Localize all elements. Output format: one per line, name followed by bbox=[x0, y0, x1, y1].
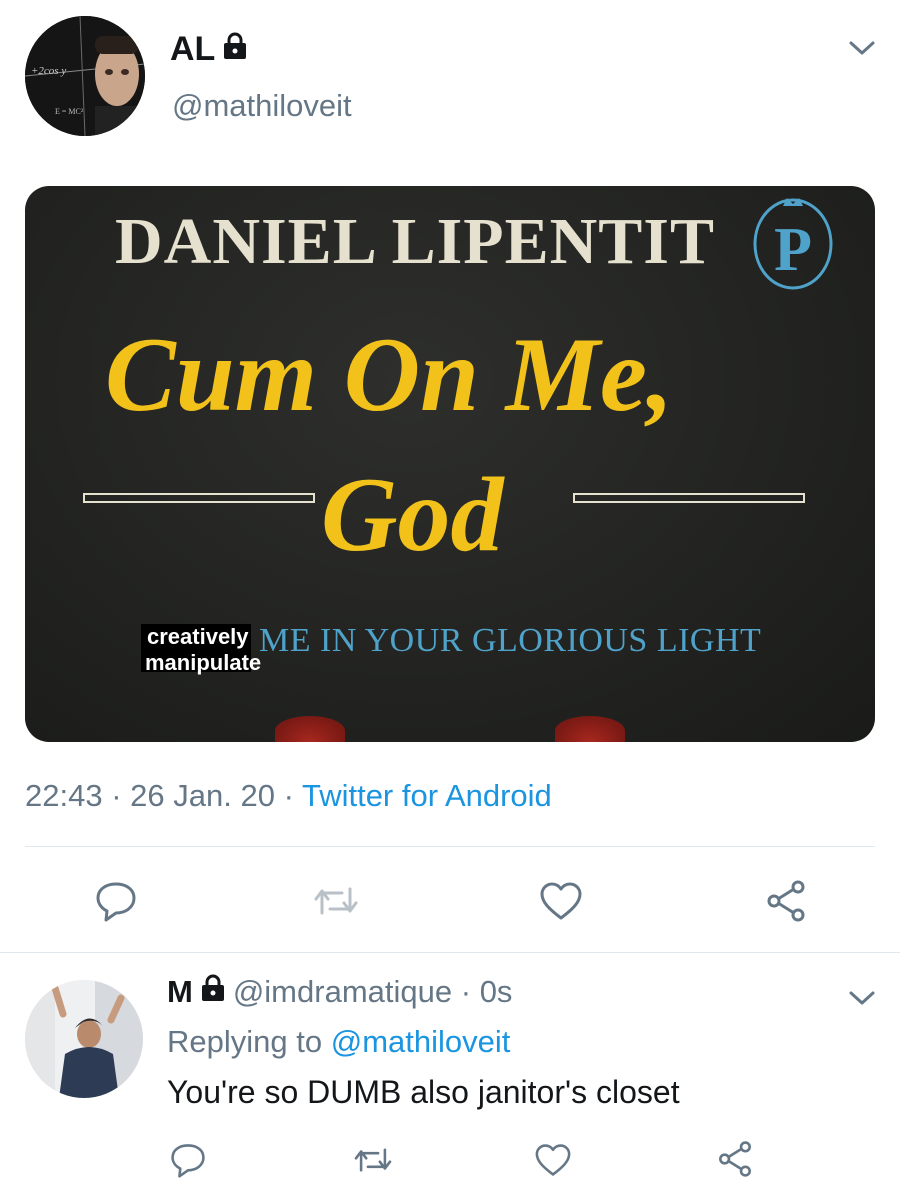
publisher-mark-text: P bbox=[774, 216, 812, 284]
replying-mention-link[interactable]: @mathiloveit bbox=[331, 1024, 511, 1059]
tweet-meta: 22:43 · 26 Jan. 20 · Twitter for Android bbox=[25, 778, 552, 814]
book-rule-left bbox=[83, 493, 315, 503]
reply-retweet-button[interactable] bbox=[348, 1138, 398, 1182]
replying-prefix: Replying to bbox=[167, 1024, 323, 1059]
author-handle[interactable]: @mathiloveit bbox=[172, 88, 352, 124]
meta-separator: · bbox=[111, 778, 122, 813]
like-icon bbox=[539, 881, 583, 921]
avatar-formula-text: +2cos y bbox=[31, 65, 66, 77]
share-icon bbox=[764, 879, 808, 923]
like-icon bbox=[534, 1143, 572, 1177]
share-button[interactable] bbox=[758, 876, 814, 926]
reply-header: M @imdramatique · 0s bbox=[167, 974, 512, 1010]
reply-author-name[interactable]: M bbox=[167, 974, 193, 1010]
book-title-line1: Cum On Me, bbox=[105, 316, 674, 433]
reply-icon bbox=[169, 1142, 207, 1178]
chevron-down-icon[interactable] bbox=[845, 35, 879, 61]
book-author-text: DANIEL LIPENTIT bbox=[115, 205, 716, 278]
reply-like-button[interactable] bbox=[528, 1138, 578, 1182]
tweet-time[interactable]: 22:43 bbox=[25, 778, 103, 813]
like-button[interactable] bbox=[533, 878, 589, 924]
watermark-text: creatively bbox=[147, 624, 249, 649]
author-avatar[interactable]: +2cos y E = MC² bbox=[25, 16, 145, 136]
lock-icon bbox=[223, 30, 247, 69]
fingertip-left bbox=[275, 716, 345, 742]
retweet-button[interactable] bbox=[308, 878, 364, 924]
reply-author-avatar[interactable] bbox=[25, 980, 143, 1098]
lock-icon bbox=[201, 974, 225, 1010]
chevron-down-icon[interactable] bbox=[845, 985, 879, 1011]
reply-reply-button[interactable] bbox=[163, 1138, 213, 1182]
author-name[interactable]: AL bbox=[170, 30, 215, 69]
divider bbox=[25, 846, 875, 847]
divider bbox=[0, 952, 900, 953]
publisher-logo-icon: P bbox=[753, 198, 833, 290]
book-title-line2: God bbox=[321, 456, 504, 573]
avatar-formula-text: E = MC² bbox=[55, 107, 84, 116]
retweet-icon bbox=[312, 881, 360, 921]
tweet-source-link[interactable]: Twitter for Android bbox=[302, 778, 552, 813]
reply-icon bbox=[94, 880, 138, 922]
fingertip-right bbox=[555, 716, 625, 742]
meta-separator: · bbox=[283, 778, 294, 813]
reply-author-handle: @imdramatique · 0s bbox=[233, 974, 513, 1010]
replying-to-line: Replying to @mathiloveit bbox=[167, 1024, 510, 1060]
watermark-text: manipulate bbox=[145, 650, 262, 675]
retweet-icon bbox=[352, 1143, 394, 1177]
reply-share-button[interactable] bbox=[710, 1136, 760, 1182]
reply-age[interactable]: 0s bbox=[480, 974, 513, 1009]
share-icon bbox=[716, 1140, 754, 1178]
author-name-row[interactable]: AL bbox=[170, 30, 247, 69]
tweet-media-image[interactable]: DANIEL LIPENTIT P Cum On Me, God ME IN Y… bbox=[25, 186, 875, 742]
book-rule-right bbox=[573, 493, 805, 503]
reply-handle-text[interactable]: @imdramatique bbox=[233, 974, 452, 1009]
tweet-date[interactable]: 26 Jan. 20 bbox=[130, 778, 275, 813]
reply-button[interactable] bbox=[88, 878, 144, 924]
book-subtitle-words: ME IN YOUR GLORIOUS LIGHT bbox=[259, 622, 762, 659]
reply-text: You're so DUMB also janitor's closet bbox=[167, 1074, 680, 1110]
meta-separator: · bbox=[460, 974, 472, 1009]
